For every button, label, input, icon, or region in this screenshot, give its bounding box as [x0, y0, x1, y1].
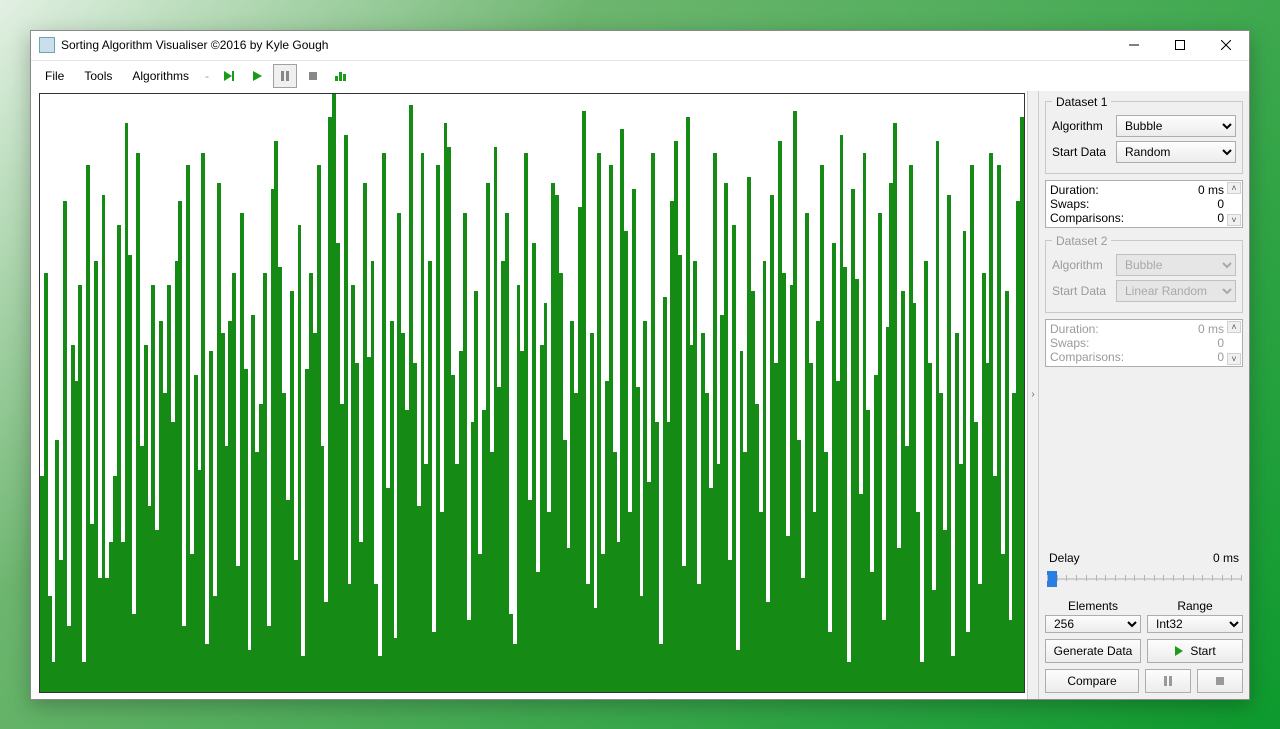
- bar: [732, 225, 736, 691]
- close-button[interactable]: [1203, 30, 1249, 60]
- window-title: Sorting Algorithm Visualiser ©2016 by Ky…: [61, 38, 1111, 52]
- bar: [298, 225, 302, 691]
- algorithm-label: Algorithm: [1052, 119, 1110, 133]
- pause-button-2[interactable]: [1145, 669, 1191, 693]
- algorithm-label-2: Algorithm: [1052, 258, 1110, 272]
- dataset2-group: Dataset 2 Algorithm Bubble Start Data Li…: [1045, 234, 1243, 313]
- scrollbar[interactable]: ˄˅: [1227, 321, 1241, 365]
- bar: [428, 261, 432, 692]
- algorithm-select-1[interactable]: Bubble: [1116, 115, 1236, 137]
- visualiser-container: [31, 91, 1027, 699]
- bar: [390, 321, 394, 692]
- stop-button-2[interactable]: [1197, 669, 1243, 693]
- startdata-label-2: Start Data: [1052, 284, 1110, 298]
- dataset1-group: Dataset 1 Algorithm Bubble Start Data Ra…: [1045, 95, 1243, 174]
- bar: [78, 285, 82, 692]
- start-button[interactable]: Start: [1147, 639, 1243, 663]
- stats-2: Duration:0 ms Swaps:0 Comparisons:0 ˄˅: [1045, 319, 1243, 367]
- delay-slider-group: Delay 0 ms: [1045, 547, 1243, 593]
- dataset1-legend: Dataset 1: [1052, 95, 1111, 109]
- side-panel: Dataset 1 Algorithm Bubble Start Data Ra…: [1039, 91, 1249, 699]
- range-label: Range: [1177, 599, 1212, 613]
- pause-button[interactable]: [273, 64, 297, 88]
- bar: [843, 267, 847, 692]
- bar: [63, 201, 67, 691]
- menu-bar: File Tools Algorithms -: [31, 61, 1249, 91]
- stats-1: Duration:0 ms Swaps:0 Comparisons:0 ˄˅: [1045, 180, 1243, 228]
- elements-select[interactable]: 256: [1045, 615, 1141, 633]
- bar: [201, 153, 205, 691]
- minimize-button[interactable]: [1111, 30, 1157, 60]
- menu-file[interactable]: File: [37, 65, 72, 87]
- bar: [178, 201, 182, 691]
- delay-label: Delay: [1049, 551, 1080, 565]
- bar: [963, 231, 967, 691]
- play-button[interactable]: [245, 64, 269, 88]
- bar: [1020, 117, 1024, 691]
- title-bar: Sorting Algorithm Visualiser ©2016 by Ky…: [31, 31, 1249, 61]
- panel-collapse-toggle[interactable]: ›: [1027, 91, 1039, 699]
- app-window: Sorting Algorithm Visualiser ©2016 by Ky…: [30, 30, 1250, 700]
- chart-icon[interactable]: [329, 64, 353, 88]
- bar: [947, 195, 951, 691]
- delay-slider[interactable]: [1047, 569, 1241, 589]
- scrollbar[interactable]: ˄˅: [1227, 182, 1241, 226]
- separator: -: [201, 69, 213, 83]
- app-icon: [39, 37, 55, 53]
- menu-algorithms[interactable]: Algorithms: [124, 65, 197, 87]
- content-area: › Dataset 1 Algorithm Bubble Start Data …: [31, 91, 1249, 699]
- menu-tools[interactable]: Tools: [76, 65, 120, 87]
- maximize-button[interactable]: [1157, 30, 1203, 60]
- generate-data-button[interactable]: Generate Data: [1045, 639, 1141, 663]
- delay-value: 0 ms: [1213, 551, 1239, 565]
- range-select[interactable]: Int32: [1147, 615, 1243, 633]
- compare-button[interactable]: Compare: [1045, 669, 1139, 693]
- visualiser-canvas: [39, 93, 1025, 693]
- step-button[interactable]: [217, 64, 241, 88]
- algorithm-select-2: Bubble: [1116, 254, 1236, 276]
- elements-label: Elements: [1068, 599, 1118, 613]
- dataset2-legend: Dataset 2: [1052, 234, 1111, 248]
- startdata-select-2: Linear Random: [1116, 280, 1236, 302]
- bar: [244, 369, 248, 692]
- stop-button[interactable]: [301, 64, 325, 88]
- play-icon: [1174, 646, 1184, 656]
- startdata-label: Start Data: [1052, 145, 1110, 159]
- startdata-select-1[interactable]: Random: [1116, 141, 1236, 163]
